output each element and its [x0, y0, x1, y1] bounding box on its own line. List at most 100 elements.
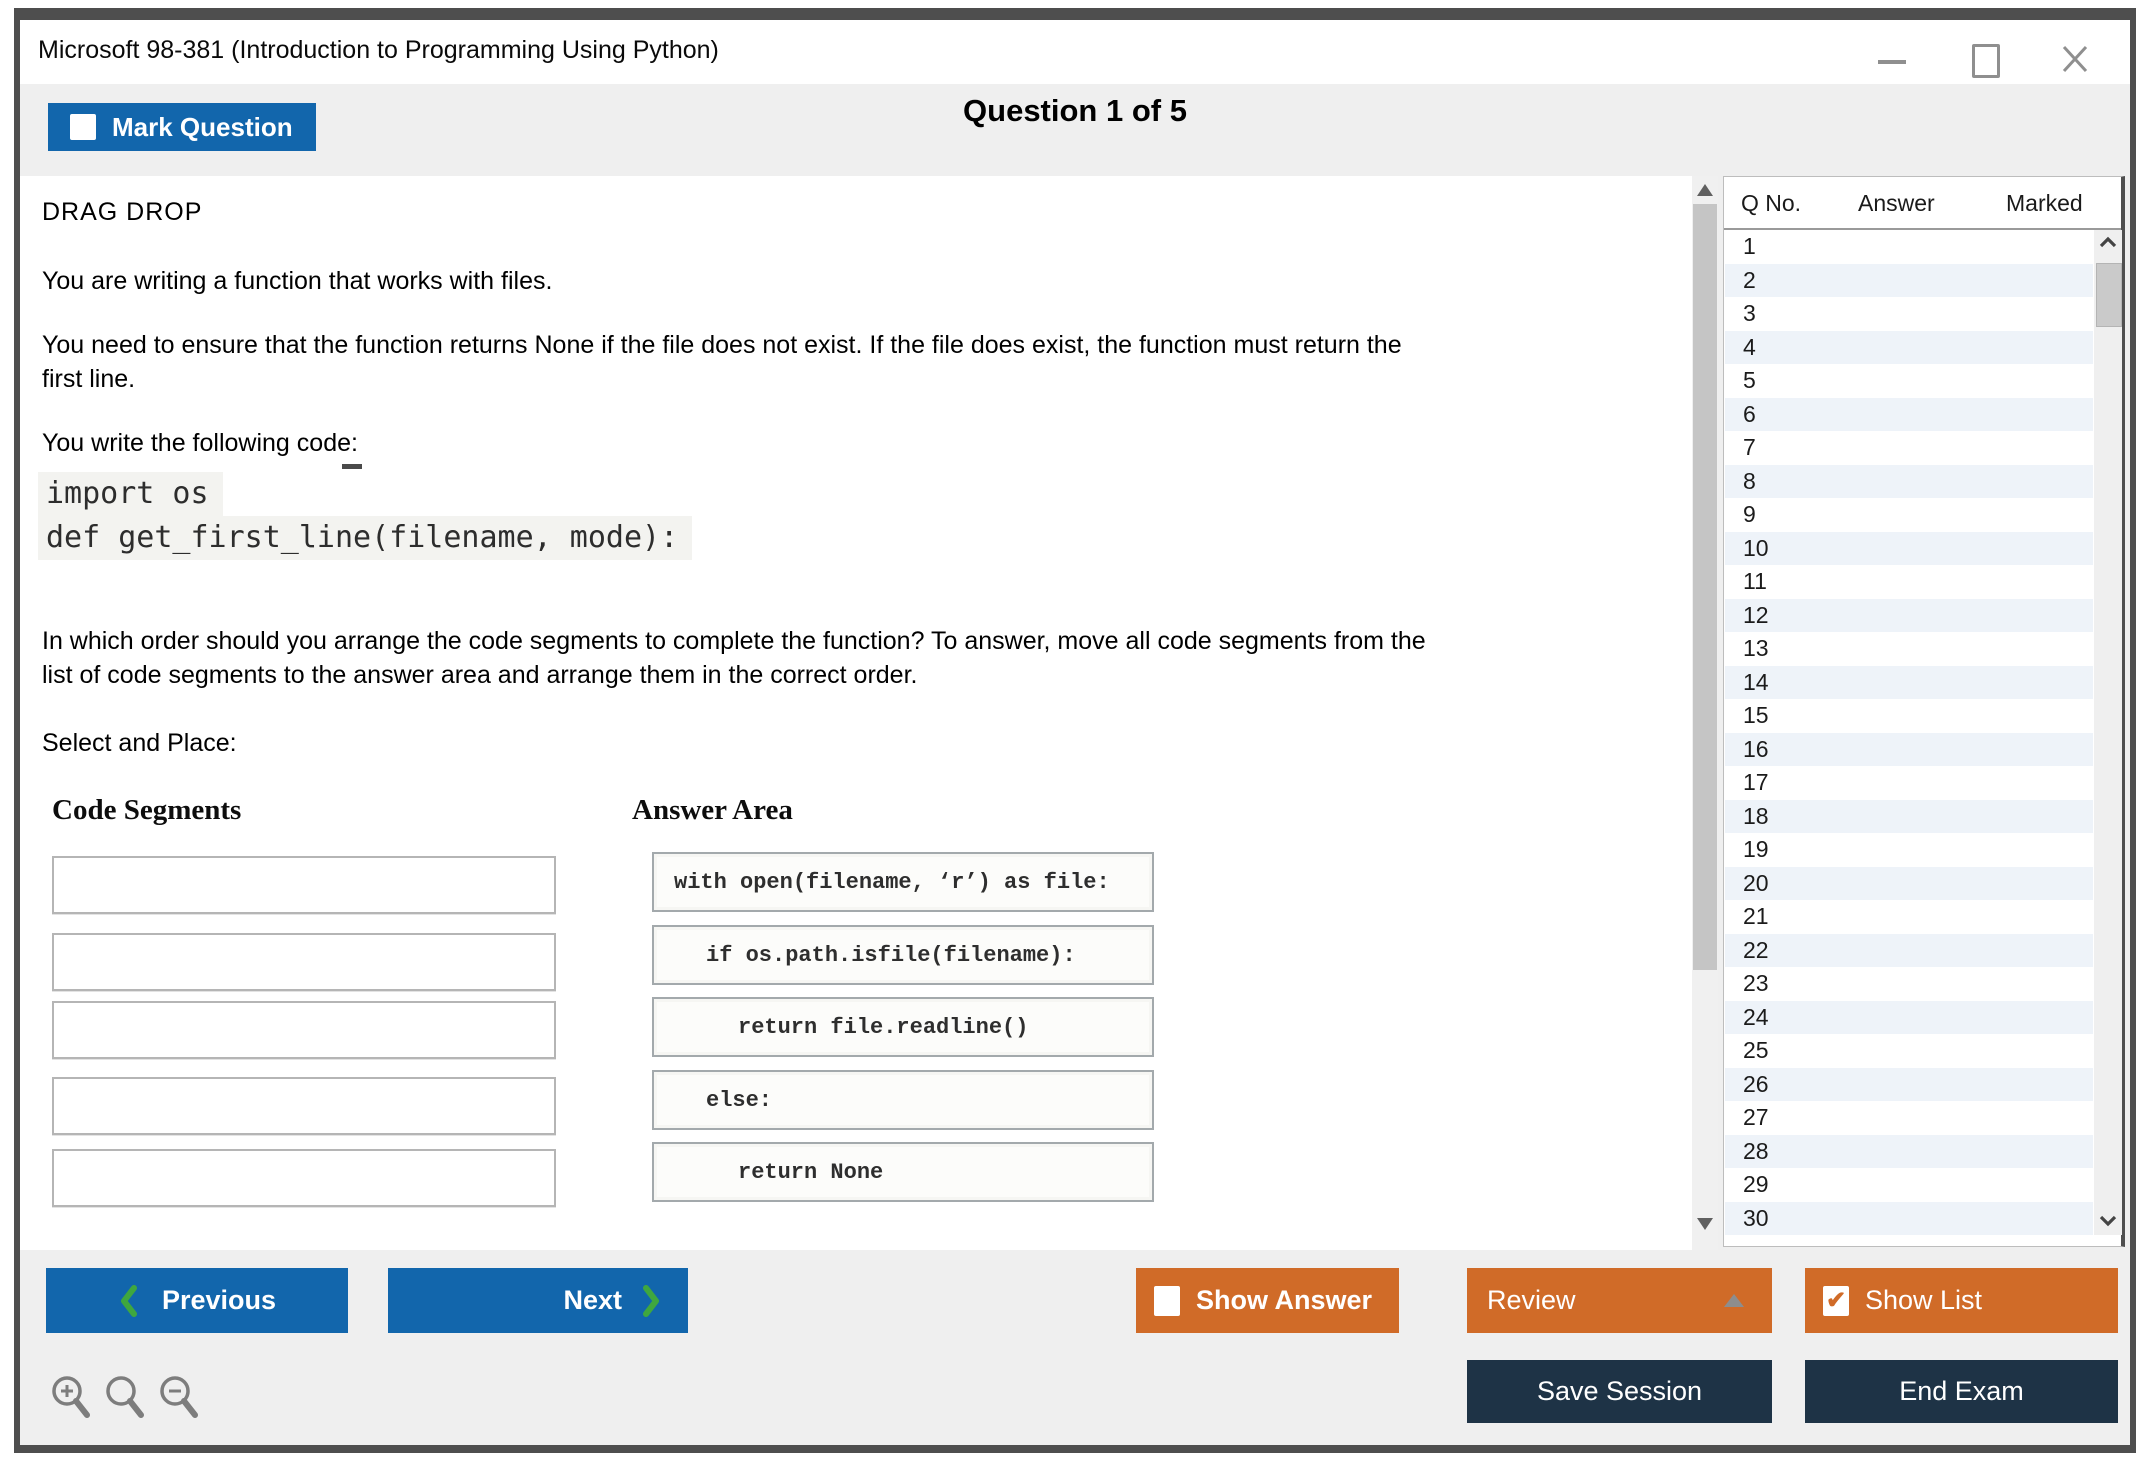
answer-area-item[interactable]: if os.path.isfile(filename): — [652, 925, 1154, 985]
question-row[interactable]: 17 — [1725, 766, 2093, 800]
question-row[interactable]: 6 — [1725, 398, 2093, 432]
end-exam-button[interactable]: End Exam — [1805, 1360, 2118, 1423]
toolbar: Mark Question Question 1 of 5 — [20, 84, 2130, 176]
question-number: 16 — [1743, 736, 1769, 763]
question-number: 2 — [1743, 267, 1756, 294]
question-row[interactable]: 9 — [1725, 498, 2093, 532]
review-label: Review — [1487, 1285, 1576, 1316]
scroll-up-icon[interactable] — [1697, 184, 1713, 196]
question-number: 24 — [1743, 1004, 1769, 1031]
question-number: 7 — [1743, 434, 1756, 461]
scroll-down-icon[interactable] — [1697, 1218, 1713, 1230]
question-row[interactable]: 22 — [1725, 934, 2093, 968]
question-row[interactable]: 16 — [1725, 733, 2093, 767]
question-number: 6 — [1743, 401, 1756, 428]
question-row[interactable]: 5 — [1725, 364, 2093, 398]
next-button[interactable]: Next — [388, 1268, 688, 1333]
triangle-up-icon — [1724, 1294, 1744, 1307]
answer-code-text: if os.path.isfile(filename): — [654, 943, 1076, 968]
main-scrollbar-thumb[interactable] — [1693, 204, 1717, 970]
question-row[interactable]: 20 — [1725, 867, 2093, 901]
save-session-label: Save Session — [1537, 1376, 1702, 1407]
workspace: DRAG DROP You are writing a function tha… — [20, 176, 2130, 1250]
question-row[interactable]: 4 — [1725, 331, 2093, 365]
show-answer-button[interactable]: Show Answer — [1136, 1268, 1399, 1333]
code-segment-slot[interactable] — [52, 933, 556, 991]
question-paragraph: Select and Place: — [42, 726, 237, 760]
answer-area-item[interactable]: return None — [652, 1142, 1154, 1202]
previous-label: Previous — [162, 1285, 276, 1316]
next-label: Next — [563, 1285, 622, 1316]
previous-button[interactable]: Previous — [46, 1268, 348, 1333]
question-row[interactable]: 13 — [1725, 632, 2093, 666]
question-row[interactable]: 26 — [1725, 1068, 2093, 1102]
answer-code-text: return file.readline() — [654, 1015, 1028, 1040]
window-title: Microsoft 98-381 (Introduction to Progra… — [38, 36, 719, 65]
exam-window: Microsoft 98-381 (Introduction to Progra… — [14, 8, 2136, 1453]
zoom-out-icon[interactable] — [156, 1372, 200, 1422]
column-marked: Marked — [2006, 190, 2083, 217]
question-row[interactable]: 28 — [1725, 1135, 2093, 1169]
question-panel: DRAG DROP You are writing a function tha… — [20, 176, 1692, 1250]
magnifier-icon[interactable] — [102, 1372, 146, 1422]
question-row[interactable]: 11 — [1725, 565, 2093, 599]
question-number: 15 — [1743, 702, 1769, 729]
question-row[interactable]: 25 — [1725, 1034, 2093, 1068]
maximize-icon[interactable] — [1972, 44, 2000, 78]
question-number: 26 — [1743, 1071, 1769, 1098]
question-row[interactable]: 2 — [1725, 264, 2093, 298]
question-row[interactable]: 19 — [1725, 833, 2093, 867]
question-row[interactable]: 8 — [1725, 465, 2093, 499]
sidebar-scrollbar-thumb[interactable] — [2096, 263, 2122, 327]
question-row[interactable]: 24 — [1725, 1001, 2093, 1035]
save-session-button[interactable]: Save Session — [1467, 1360, 1772, 1423]
show-answer-checkbox[interactable] — [1154, 1286, 1180, 1316]
show-list-label: Show List — [1865, 1285, 1982, 1316]
question-number: 9 — [1743, 501, 1756, 528]
minimize-icon[interactable] — [1878, 60, 1906, 64]
code-segment-slot[interactable] — [52, 1149, 556, 1207]
question-number: 25 — [1743, 1037, 1769, 1064]
code-segment-slot[interactable] — [52, 856, 556, 914]
chevron-up-icon[interactable] — [2099, 236, 2117, 248]
review-button[interactable]: Review — [1467, 1268, 1772, 1333]
question-row[interactable]: 12 — [1725, 599, 2093, 633]
code-segment-slot[interactable] — [52, 1077, 556, 1135]
code-segment-slot[interactable] — [52, 1001, 556, 1059]
end-exam-label: End Exam — [1899, 1376, 2024, 1407]
question-row[interactable]: 15 — [1725, 699, 2093, 733]
question-number: 23 — [1743, 970, 1769, 997]
show-list-button[interactable]: ✔ Show List — [1805, 1268, 2118, 1333]
question-number: 20 — [1743, 870, 1769, 897]
question-number: 29 — [1743, 1171, 1769, 1198]
question-paragraph: You are writing a function that works wi… — [42, 264, 552, 298]
show-list-checkbox[interactable]: ✔ — [1823, 1286, 1849, 1316]
question-row[interactable]: 27 — [1725, 1101, 2093, 1135]
footer-bar: Previous Next Show Answer Review ✔ Show … — [20, 1250, 2130, 1445]
question-number: 19 — [1743, 836, 1769, 863]
question-row[interactable]: 23 — [1725, 967, 2093, 1001]
sidebar-scrollbar[interactable] — [2094, 230, 2122, 1235]
question-row[interactable]: 7 — [1725, 431, 2093, 465]
question-row[interactable]: 1 — [1725, 230, 2093, 264]
question-row[interactable]: 18 — [1725, 800, 2093, 834]
close-icon[interactable] — [2060, 42, 2090, 74]
question-number: 3 — [1743, 300, 1756, 327]
question-row[interactable]: 10 — [1725, 532, 2093, 566]
question-number: 1 — [1743, 233, 1756, 260]
question-row[interactable]: 14 — [1725, 666, 2093, 700]
zoom-in-icon[interactable] — [48, 1372, 92, 1422]
code-segments-label: Code Segments — [52, 794, 241, 827]
answer-area-item[interactable]: else: — [652, 1070, 1154, 1130]
answer-area-label: Answer Area — [632, 794, 793, 827]
answer-area-item[interactable]: with open(filename, ‘r’) as file: — [652, 852, 1154, 912]
question-row[interactable]: 21 — [1725, 900, 2093, 934]
answer-code-text: with open(filename, ‘r’) as file: — [654, 870, 1110, 895]
main-scrollbar[interactable] — [1692, 176, 1718, 1250]
question-row[interactable]: 30 — [1725, 1202, 2093, 1236]
chevron-down-icon[interactable] — [2099, 1215, 2117, 1227]
answer-area-item[interactable]: return file.readline() — [652, 997, 1154, 1057]
question-row[interactable]: 29 — [1725, 1168, 2093, 1202]
question-row[interactable]: 3 — [1725, 297, 2093, 331]
question-number: 4 — [1743, 334, 1756, 361]
